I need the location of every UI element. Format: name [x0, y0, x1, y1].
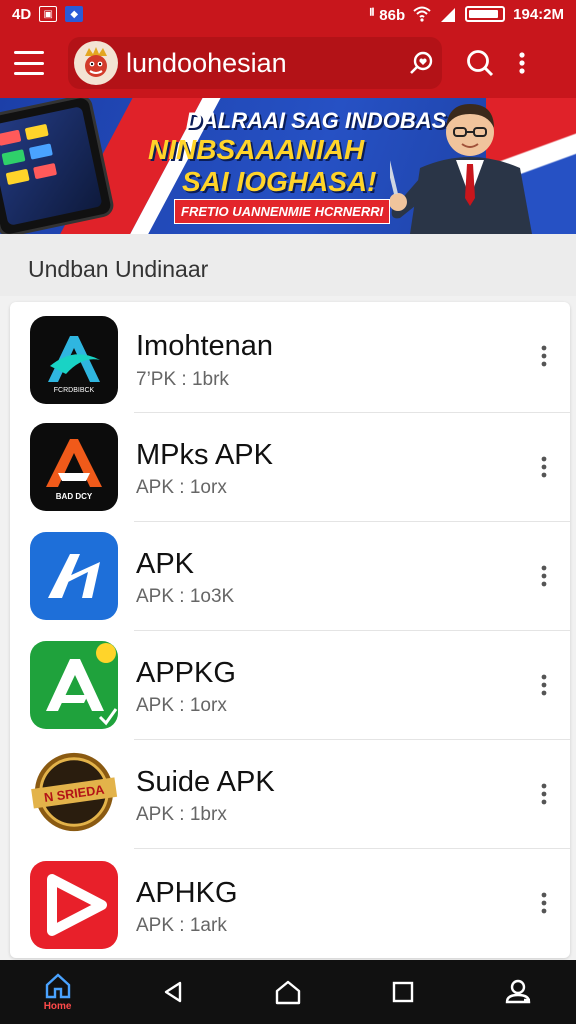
wifi-icon [413, 6, 431, 22]
gallery-notification-icon: ▣ [39, 6, 58, 22]
battery-icon [465, 6, 506, 22]
app-name: Suide APK [136, 766, 275, 798]
nav-home-label: Home [43, 1000, 72, 1012]
overflow-menu-icon[interactable] [510, 41, 534, 85]
nav-home[interactable]: Home [23, 962, 93, 1022]
mascot-logo-icon [74, 41, 118, 85]
app-icon-tag: FCRDBIBCK [54, 387, 95, 394]
item-overflow-icon[interactable] [532, 556, 556, 596]
hamburger-menu-icon[interactable] [14, 51, 44, 75]
nav-recents[interactable] [368, 962, 438, 1022]
app-name: APK [136, 548, 195, 580]
signal-icon [441, 8, 456, 22]
back-icon [164, 981, 181, 1003]
promo-banner[interactable]: DALRAAI SAG INDOBASAI NINBSAAANIAH SAI I… [0, 98, 576, 234]
app-name: MPks APK [136, 439, 273, 471]
status-left-text: 4D [12, 5, 32, 23]
account-switch-icon [506, 979, 531, 1004]
stylized-a-icon [30, 532, 118, 620]
house-icon [275, 980, 301, 1005]
list-item[interactable]: FCRDBIBCK Imohtenan 7’PK : 1brk [10, 302, 570, 411]
home-icon [45, 972, 70, 998]
list-item[interactable]: APK APK : 1o3K [10, 522, 570, 631]
item-overflow-icon[interactable] [532, 447, 556, 487]
app-meta: 7’PK : 1brk [136, 369, 229, 390]
recents-icon [392, 981, 414, 1003]
item-overflow-icon[interactable] [532, 774, 556, 814]
list-item[interactable]: APHKG APK : 1ark [10, 849, 570, 958]
nav-account[interactable] [483, 962, 553, 1022]
app-name: Imohtenan [136, 330, 274, 362]
app-meta: APK : 1o3K [136, 586, 235, 607]
status-right-text: ᅵᅵ 86b [361, 6, 406, 24]
battery-fill [469, 10, 498, 18]
bottom-nav: Home [0, 960, 576, 1024]
favorite-search-icon[interactable] [406, 48, 436, 78]
app-name: APPKG [136, 657, 236, 689]
stylized-a-icon: BAD DCY [30, 423, 118, 511]
app-title-pill[interactable]: lundoohesian [68, 37, 442, 89]
status-right: ᅵᅵ 86b 194:2M [361, 4, 564, 25]
section-header: Undban Undinaar [0, 234, 576, 296]
banner-subline: FRETIO UANNENMIE HCRNERRI [174, 199, 391, 224]
app-meta: APK : 1orx [136, 477, 227, 498]
app-list: FCRDBIBCK Imohtenan 7’PK : 1brk BAD DCY … [10, 302, 570, 958]
status-bar: 4D ▣ ◆ ᅵᅵ 86b 194:2M [0, 0, 576, 28]
banner-headline-3: SAI IOGHASA! [182, 166, 377, 197]
app-meta: APK : 1ark [136, 915, 227, 936]
list-item[interactable]: N SRIEDA Suide APK APK : 1brx [10, 740, 570, 849]
list-item[interactable]: BAD DCY MPks APK APK : 1orx [10, 413, 570, 522]
app-bar: lundoohesian [0, 28, 576, 98]
section-title: Undban Undinaar [28, 256, 209, 282]
list-item[interactable]: APPKG APK : 1orx [10, 631, 570, 740]
phone-illustration [0, 98, 116, 234]
stylized-a-icon: FCRDBIBCK [30, 316, 118, 404]
nav-back[interactable] [138, 962, 208, 1022]
app-meta: APK : 1brx [136, 804, 227, 825]
app-meta: APK : 1orx [136, 695, 227, 716]
nav-home-system[interactable] [253, 962, 323, 1022]
item-overflow-icon[interactable] [532, 883, 556, 923]
seal-badge-icon: N SRIEDA [30, 748, 118, 836]
app-name: APHKG [136, 877, 238, 909]
stylized-a-icon [30, 641, 118, 729]
item-overflow-icon[interactable] [532, 665, 556, 705]
search-icon[interactable] [458, 41, 502, 85]
banner-headline-2: NINBSAAANIAH [148, 134, 365, 165]
app-title: lundoohesian [126, 47, 287, 78]
app-notification-icon: ◆ [65, 6, 84, 22]
play-triangle-icon [30, 861, 118, 949]
item-overflow-icon[interactable] [532, 336, 556, 376]
status-left: 4D ▣ ◆ [12, 5, 84, 23]
app-icon-tag: BAD DCY [56, 492, 93, 501]
presenter-illustration [390, 104, 532, 234]
status-time: 194:2M [513, 5, 564, 23]
